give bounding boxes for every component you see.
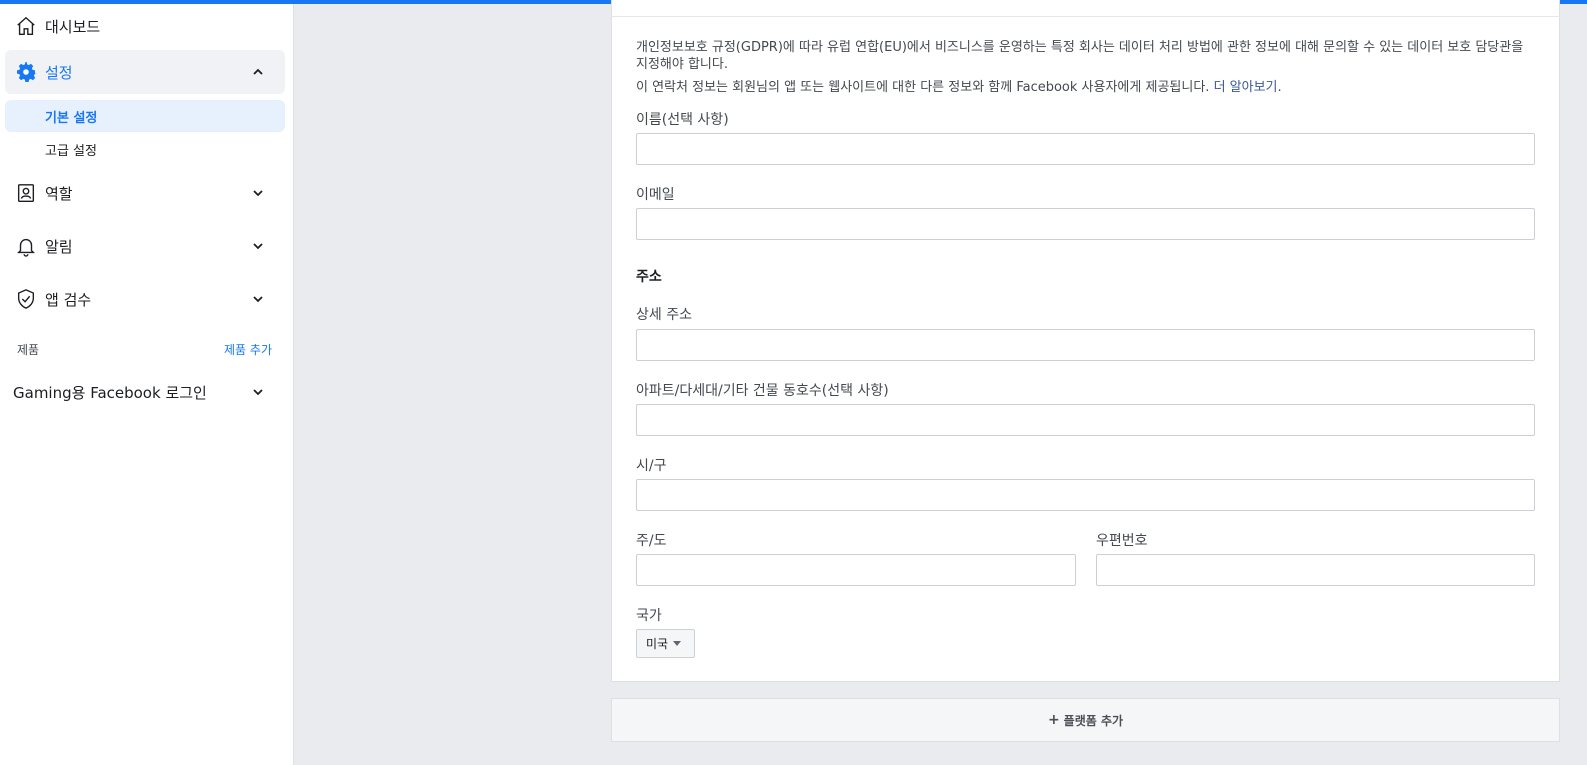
email-label: 이메일	[636, 187, 675, 203]
sidebar-item-dashboard[interactable]: 대시보드	[5, 4, 285, 48]
sidebar-item-app-review[interactable]: 앱 검수	[5, 277, 285, 321]
name-input[interactable]	[636, 133, 1535, 165]
sidebar-subitem-label: 기본 설정	[45, 110, 98, 126]
learn-more-link[interactable]: 더 알아보기	[1214, 80, 1278, 95]
country-label: 국가	[636, 608, 662, 624]
street-address-input[interactable]	[636, 329, 1535, 361]
state-label: 주/도	[636, 533, 667, 549]
add-product-link[interactable]: 제품 추가	[224, 341, 272, 358]
add-platform-label: 플랫폼 추가	[1063, 713, 1124, 728]
products-section-label: 제품	[17, 343, 40, 357]
address-section-title: 주소	[636, 269, 662, 285]
sidebar-subitem-basic-settings[interactable]: 기본 설정	[5, 100, 285, 132]
gdpr-description: 개인정보보호 규정(GDPR)에 따라 유럽 연합(EU)에서 비즈니스를 운영…	[636, 40, 1524, 72]
chevron-down-icon	[251, 239, 265, 253]
city-label: 시/구	[636, 458, 667, 474]
caret-down-icon	[673, 641, 682, 646]
sidebar-item-roles[interactable]: 역할	[5, 171, 285, 215]
bell-icon	[13, 233, 39, 259]
sidebar-item-label: 알림	[45, 237, 73, 256]
contact-info-note: 이 연락처 정보는 회원님의 앱 또는 웹사이트에 대한 다른 정보와 함께 F…	[636, 80, 1282, 95]
shield-check-icon	[13, 286, 39, 312]
gear-icon	[13, 59, 39, 85]
email-input[interactable]	[636, 208, 1535, 240]
id-badge-icon	[13, 180, 39, 206]
chevron-up-icon	[251, 65, 265, 79]
chevron-down-icon	[251, 385, 265, 399]
plus-icon: +	[1047, 712, 1060, 728]
sidebar-item-settings[interactable]: 설정	[5, 50, 285, 94]
panel-divider	[611, 16, 1560, 17]
name-label: 이름(선택 사항)	[636, 112, 729, 128]
zip-input[interactable]	[1096, 554, 1535, 586]
city-input[interactable]	[636, 479, 1535, 511]
sidebar-item-alerts[interactable]: 알림	[5, 224, 285, 268]
apartment-input[interactable]	[636, 404, 1535, 436]
sidebar: 대시보드 설정 기본 설정 고급 설정 역할 알림 앱 검수 제품 제품 추가 …	[0, 4, 294, 765]
sidebar-item-gaming-login[interactable]: Gaming용 Facebook 로그인	[5, 370, 285, 414]
add-platform-button[interactable]: + 플랫폼 추가	[611, 698, 1560, 742]
country-selected-value: 미국	[646, 637, 669, 651]
sidebar-item-label: 설정	[45, 63, 73, 82]
street-address-label: 상세 주소	[636, 307, 692, 323]
chevron-down-icon	[251, 186, 265, 200]
sidebar-item-label: 대시보드	[45, 17, 101, 36]
sidebar-subitem-label: 고급 설정	[45, 143, 97, 159]
sidebar-item-label: 역할	[45, 184, 73, 203]
apartment-label: 아파트/다세대/기타 건물 동호수(선택 사항)	[636, 383, 889, 399]
country-select[interactable]: 미국	[636, 629, 695, 658]
state-input[interactable]	[636, 554, 1076, 586]
contact-info-note-text: 이 연락처 정보는 회원님의 앱 또는 웹사이트에 대한 다른 정보와 함께 F…	[636, 80, 1210, 95]
home-icon	[13, 13, 39, 39]
sidebar-subitem-advanced-settings[interactable]: 고급 설정	[5, 133, 285, 165]
sidebar-item-label: Gaming용 Facebook 로그인	[13, 383, 207, 402]
sidebar-item-label: 앱 검수	[45, 290, 92, 309]
zip-label: 우편번호	[1096, 533, 1148, 549]
chevron-down-icon	[251, 292, 265, 306]
